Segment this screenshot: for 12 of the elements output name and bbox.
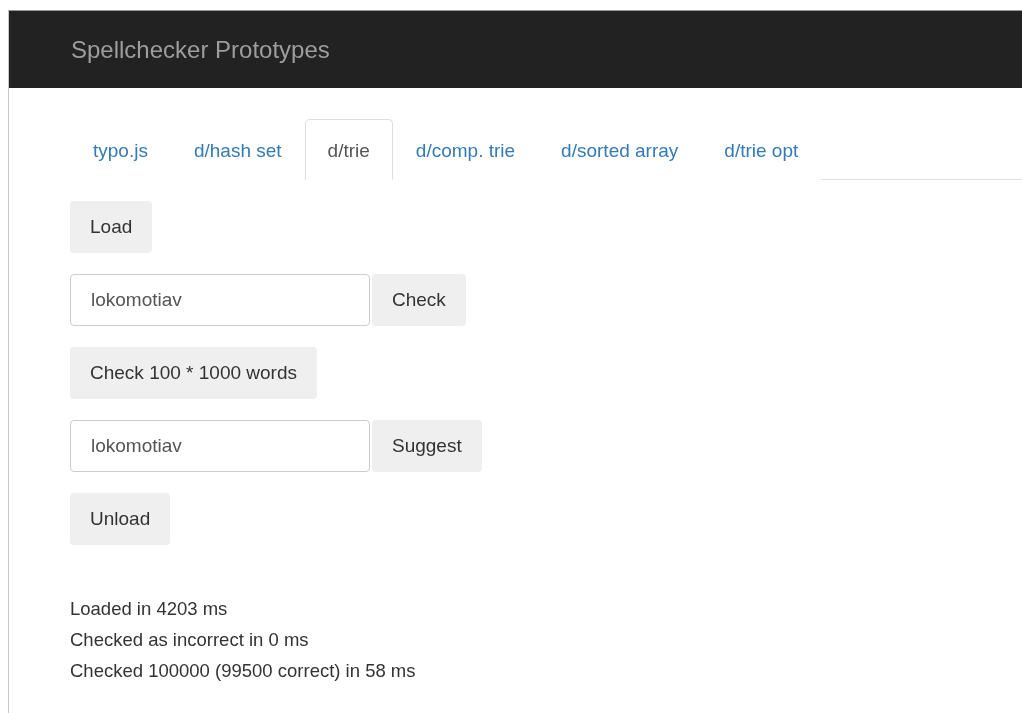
action-button[interactable]: Load	[70, 201, 153, 253]
action-button[interactable]: Check 100 * 1000 words	[70, 347, 317, 399]
log-line: Loaded in 4203 ms	[70, 597, 229, 621]
action-button[interactable]: Check	[372, 274, 466, 326]
action-button[interactable]: Suggest	[372, 420, 482, 472]
word-input-field[interactable]: lokomotiav	[70, 274, 370, 326]
tab[interactable]: d/trie	[304, 119, 393, 180]
log-line: Checked as incorrect in 0 ms	[70, 628, 310, 652]
action-button[interactable]: Unload	[70, 493, 171, 545]
app-title: Spellchecker Prototypes	[71, 35, 330, 64]
word-input-field[interactable]: lokomotiav	[70, 420, 370, 472]
log-line: Checked 100000 (99500 correct) in 58 ms	[70, 659, 417, 683]
